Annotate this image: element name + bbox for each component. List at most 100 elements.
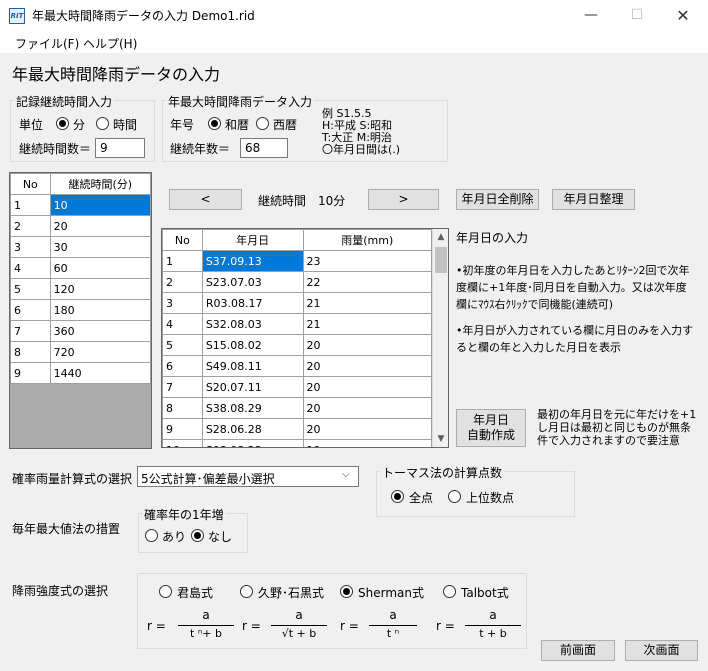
menu-help[interactable]: ヘルプ(H): [83, 35, 137, 52]
row-number-cell: 7: [162, 376, 203, 398]
intensity-kuno-radio[interactable]: [240, 585, 253, 598]
table-cell[interactable]: S20.07.11: [201, 376, 304, 398]
intensity-sherman-radio[interactable]: [340, 585, 353, 598]
table-cell[interactable]: S38.08.29: [201, 397, 304, 419]
table-cell[interactable]: 21: [302, 313, 433, 335]
table-row[interactable]: 8 720: [10, 341, 151, 363]
fraction-bar: [465, 625, 521, 626]
duration-table: No 継続時間(分) 1 10 2 20 3 30 4 60 5 120 6 180 7 360 8 720 9 1…: [9, 172, 152, 449]
row-number-cell: 7: [10, 320, 51, 342]
table-cell[interactable]: S37.09.13: [201, 250, 304, 272]
table-cell[interactable]: S08.08.23: [201, 439, 304, 447]
table-row[interactable]: 5 120: [10, 278, 151, 300]
organize-dates-button[interactable]: 年月日整理: [552, 189, 635, 210]
table-row[interactable]: 8 S38.08.29 20: [162, 397, 433, 419]
thomas-top-label: 上位数点: [466, 491, 515, 505]
duration-count-label: 継続時間数＝: [19, 142, 92, 156]
table-cell[interactable]: 20: [302, 376, 433, 398]
annual-no-radio[interactable]: [191, 529, 204, 542]
scroll-down-icon[interactable]: ▼: [433, 431, 448, 447]
intensity-kimijima-radio[interactable]: [159, 585, 172, 598]
table-cell[interactable]: 10: [49, 194, 151, 216]
formula-lhs: r =: [340, 619, 359, 633]
formula-numerator: a: [202, 608, 210, 622]
table-row[interactable]: 7 360: [10, 320, 151, 342]
minimize-button[interactable]: —: [568, 0, 614, 31]
table-row[interactable]: 3 R03.08.17 21: [162, 292, 433, 314]
row-number-cell: 5: [162, 334, 203, 356]
table-row[interactable]: 4 60: [10, 257, 151, 279]
prev-duration-button[interactable]: <: [169, 189, 242, 210]
prev-screen-button[interactable]: 前画面: [541, 640, 615, 661]
table-row[interactable]: 9 1440: [10, 362, 151, 384]
table-cell[interactable]: 20: [302, 418, 433, 440]
prob-formula-select[interactable]: 5公式計算･偏差最小選択 ⌵: [137, 466, 359, 487]
table-cell[interactable]: S32.08.03: [201, 313, 304, 335]
table-row[interactable]: 7 S20.07.11 20: [162, 376, 433, 398]
table-cell[interactable]: 180: [49, 299, 151, 321]
table-row[interactable]: 4 S32.08.03 21: [162, 313, 433, 335]
prob-formula-value: 5公式計算･偏差最小選択: [141, 472, 275, 486]
table-row[interactable]: 1 10: [10, 194, 151, 216]
table-cell[interactable]: 23: [302, 250, 433, 272]
table-row[interactable]: 6 S49.08.11 20: [162, 355, 433, 377]
table-row[interactable]: 1 S37.09.13 23: [162, 250, 433, 272]
thomas-top-radio[interactable]: [448, 490, 461, 503]
row-number-cell: 2: [10, 215, 51, 237]
annual-max-label: 毎年最大値法の措置: [12, 522, 121, 536]
data-group-label: 年最大時間降雨データ入力: [166, 93, 315, 110]
era-example-line: 〇年月日間は(.): [322, 143, 401, 156]
table-row[interactable]: 6 180: [10, 299, 151, 321]
table-row[interactable]: 5 S15.08.02 20: [162, 334, 433, 356]
row-number-cell: 6: [10, 299, 51, 321]
table-cell[interactable]: 720: [49, 341, 151, 363]
col-header-no: No: [162, 229, 203, 251]
annual-yes-radio[interactable]: [145, 529, 158, 542]
table-cell[interactable]: 20: [49, 215, 151, 237]
fraction-bar: [271, 625, 327, 626]
era-western-radio[interactable]: [256, 117, 269, 130]
thomas-all-radio[interactable]: [391, 490, 404, 503]
intensity-talbot-radio[interactable]: [443, 585, 456, 598]
years-count-input[interactable]: 68: [240, 138, 288, 158]
table-cell[interactable]: 20: [302, 355, 433, 377]
table-cell[interactable]: 21: [302, 292, 433, 314]
table-cell[interactable]: R03.08.17: [201, 292, 304, 314]
table-cell[interactable]: 360: [49, 320, 151, 342]
table-cell[interactable]: 120: [49, 278, 151, 300]
close-button[interactable]: ✕: [660, 0, 706, 31]
menu-file[interactable]: ファイル(F): [15, 35, 79, 52]
table-cell[interactable]: S23.07.03: [201, 271, 304, 293]
scroll-thumb[interactable]: [435, 247, 447, 273]
table-cell[interactable]: 1440: [49, 362, 151, 384]
table-cell[interactable]: 20: [302, 334, 433, 356]
table-cell[interactable]: 20: [302, 397, 433, 419]
era-label: 年号: [170, 118, 195, 132]
maximize-button[interactable]: ☐: [614, 0, 660, 31]
table-cell[interactable]: 22: [302, 271, 433, 293]
annual-yes-label: あり: [162, 530, 187, 544]
auto-create-dates-button[interactable]: 年月日 自動作成: [456, 409, 526, 447]
table-cell[interactable]: S28.06.28: [201, 418, 304, 440]
table-row[interactable]: 9 S28.06.28 20: [162, 418, 433, 440]
era-japanese-radio[interactable]: [208, 117, 221, 130]
table-cell[interactable]: S15.08.02: [201, 334, 304, 356]
next-duration-button[interactable]: >: [368, 189, 439, 210]
duration-count-input[interactable]: 9: [95, 138, 145, 158]
next-screen-button[interactable]: 次画面: [625, 640, 698, 661]
table-cell[interactable]: 60: [49, 257, 151, 279]
table-row[interactable]: 2 20: [10, 215, 151, 237]
delete-all-dates-button[interactable]: 年月日全削除: [456, 189, 539, 210]
table-row[interactable]: 10S08.08.2319: [162, 439, 433, 447]
unit-hour-radio[interactable]: [96, 117, 109, 130]
row-number-cell: 4: [162, 313, 203, 335]
table-cell[interactable]: 19: [302, 439, 433, 447]
table-row[interactable]: 2 S23.07.03 22: [162, 271, 433, 293]
unit-minute-radio[interactable]: [56, 117, 69, 130]
scroll-up-icon[interactable]: ▲: [433, 229, 448, 245]
table-row[interactable]: 3 30: [10, 236, 151, 258]
table-cell[interactable]: S49.08.11: [201, 355, 304, 377]
table-cell[interactable]: 30: [49, 236, 151, 258]
rain-table-scrollbar[interactable]: ▲ ▼: [432, 229, 448, 447]
help-para2: •年月日が入力されている欄に月日のみを入力す ると欄の年と入力した月日を表示: [456, 322, 706, 356]
